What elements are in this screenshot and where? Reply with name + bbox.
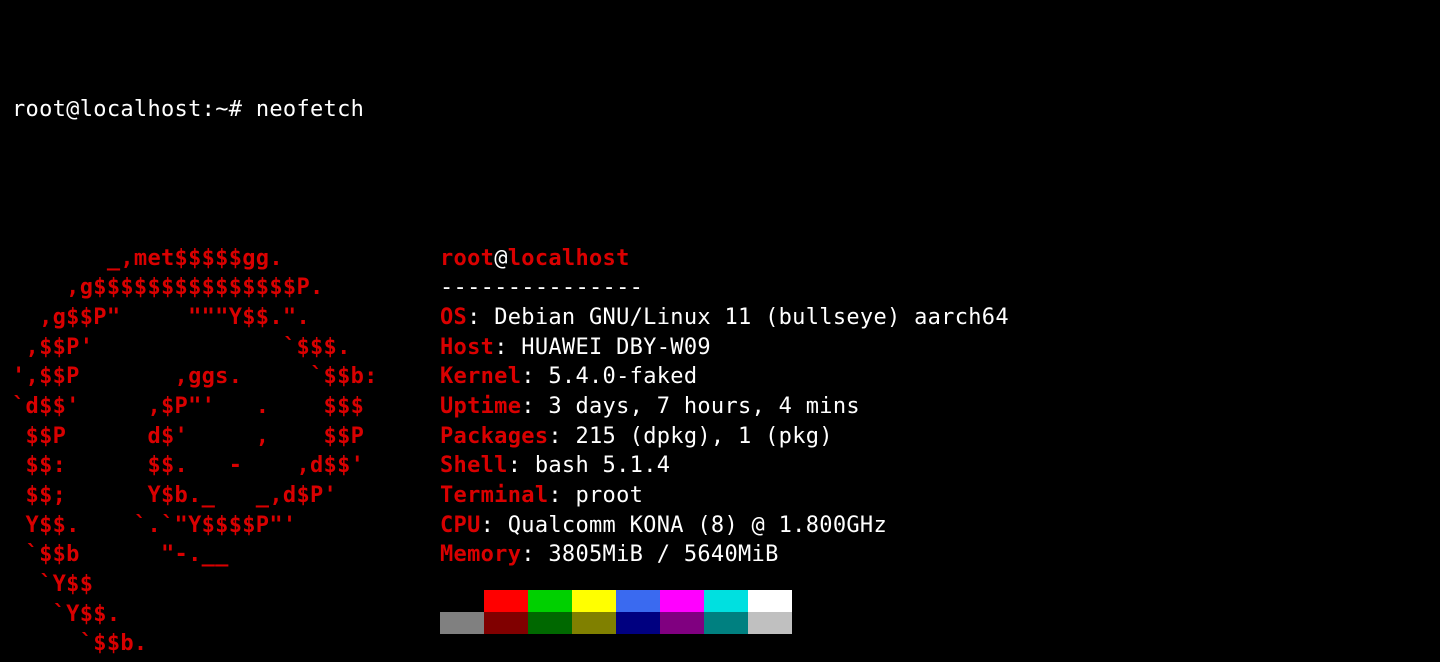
swatch bbox=[704, 590, 748, 612]
logo-line: ,g$$P" """Y$$.". bbox=[12, 305, 310, 330]
prompt-line-1: root@localhost:~# neofetch bbox=[12, 95, 1428, 125]
swatch bbox=[440, 590, 484, 612]
logo-line: `d$$' ,$P"' . $$$ bbox=[12, 394, 364, 419]
logo-line: `Y$$. bbox=[12, 602, 120, 627]
logo-line: `$$b. bbox=[12, 631, 147, 656]
logo-line: _,met$$$$$gg. bbox=[12, 246, 283, 271]
swatch bbox=[528, 590, 572, 612]
swatch bbox=[748, 612, 792, 634]
info-sep: : bbox=[548, 483, 575, 508]
distro-ascii-logo: _,met$$$$$gg. ,g$$$$$$$$$$$$$$$P. ,g$$P"… bbox=[12, 214, 432, 662]
info-label-kernel: Kernel bbox=[440, 364, 521, 389]
info-value-packages: 215 (dpkg), 1 (pkg) bbox=[575, 424, 832, 449]
logo-line: `Y$$ bbox=[12, 572, 93, 597]
swatch bbox=[660, 612, 704, 634]
prompt-sigil: # bbox=[229, 97, 243, 122]
swatch bbox=[572, 612, 616, 634]
swatch bbox=[616, 590, 660, 612]
swatch bbox=[484, 590, 528, 612]
prompt-command: neofetch bbox=[256, 97, 364, 122]
swatch-row-dim bbox=[440, 612, 792, 634]
info-sep: : bbox=[521, 394, 548, 419]
info-value-terminal: proot bbox=[575, 483, 643, 508]
info-label-shell: Shell bbox=[440, 453, 508, 478]
header-dashes: --------------- bbox=[440, 275, 643, 300]
info-label-os: OS bbox=[440, 305, 467, 330]
swatch bbox=[616, 612, 660, 634]
info-value-uptime: 3 days, 7 hours, 4 mins bbox=[548, 394, 860, 419]
logo-line: `$$b "-.__ bbox=[12, 542, 229, 567]
info-sep: : bbox=[508, 453, 535, 478]
info-label-memory: Memory bbox=[440, 542, 521, 567]
neofetch-info: root@localhost --------------- OS: Debia… bbox=[432, 214, 1009, 662]
swatch-row-bright bbox=[440, 590, 792, 612]
logo-line: ,$$P' `$$$. bbox=[12, 335, 351, 360]
logo-line: ',$$P ,ggs. `$$b: bbox=[12, 364, 378, 389]
swatch bbox=[572, 590, 616, 612]
logo-line: $$P d$' , $$P bbox=[12, 424, 364, 449]
logo-line: $$: $$. - ,d$$' bbox=[12, 453, 364, 478]
info-value-os: Debian GNU/Linux 11 (bullseye) aarch64 bbox=[494, 305, 1009, 330]
prompt-user-host: root@localhost bbox=[12, 97, 202, 122]
info-value-host: HUAWEI DBY-W09 bbox=[521, 335, 711, 360]
info-sep: : bbox=[521, 364, 548, 389]
header-user: root bbox=[440, 246, 494, 271]
swatch bbox=[440, 612, 484, 634]
info-value-kernel: 5.4.0-faked bbox=[548, 364, 697, 389]
logo-line: $$; Y$b._ _,d$P' bbox=[12, 483, 337, 508]
info-label-cpu: CPU bbox=[440, 513, 481, 538]
prompt-sep: : bbox=[202, 97, 216, 122]
info-sep: : bbox=[467, 305, 494, 330]
info-sep: : bbox=[494, 335, 521, 360]
info-label-packages: Packages bbox=[440, 424, 548, 449]
header-host: localhost bbox=[508, 246, 630, 271]
swatch bbox=[484, 612, 528, 634]
info-value-memory: 3805MiB / 5640MiB bbox=[548, 542, 778, 567]
header-at: @ bbox=[494, 246, 508, 271]
swatch bbox=[704, 612, 748, 634]
logo-line: Y$$. `.`"Y$$$$P"' bbox=[12, 513, 296, 538]
info-sep: : bbox=[548, 424, 575, 449]
info-sep: : bbox=[521, 542, 548, 567]
swatch bbox=[528, 612, 572, 634]
info-label-terminal: Terminal bbox=[440, 483, 548, 508]
color-swatches bbox=[440, 590, 1009, 634]
logo-line: ,g$$$$$$$$$$$$$$$P. bbox=[12, 275, 324, 300]
swatch bbox=[748, 590, 792, 612]
prompt-path: ~ bbox=[215, 97, 229, 122]
info-value-cpu: Qualcomm KONA (8) @ 1.800GHz bbox=[508, 513, 887, 538]
info-label-host: Host bbox=[440, 335, 494, 360]
info-value-shell: bash 5.1.4 bbox=[535, 453, 670, 478]
info-sep: : bbox=[481, 513, 508, 538]
swatch bbox=[660, 590, 704, 612]
terminal[interactable]: root@localhost:~# neofetch _,met$$$$$gg.… bbox=[0, 0, 1440, 662]
info-label-uptime: Uptime bbox=[440, 394, 521, 419]
